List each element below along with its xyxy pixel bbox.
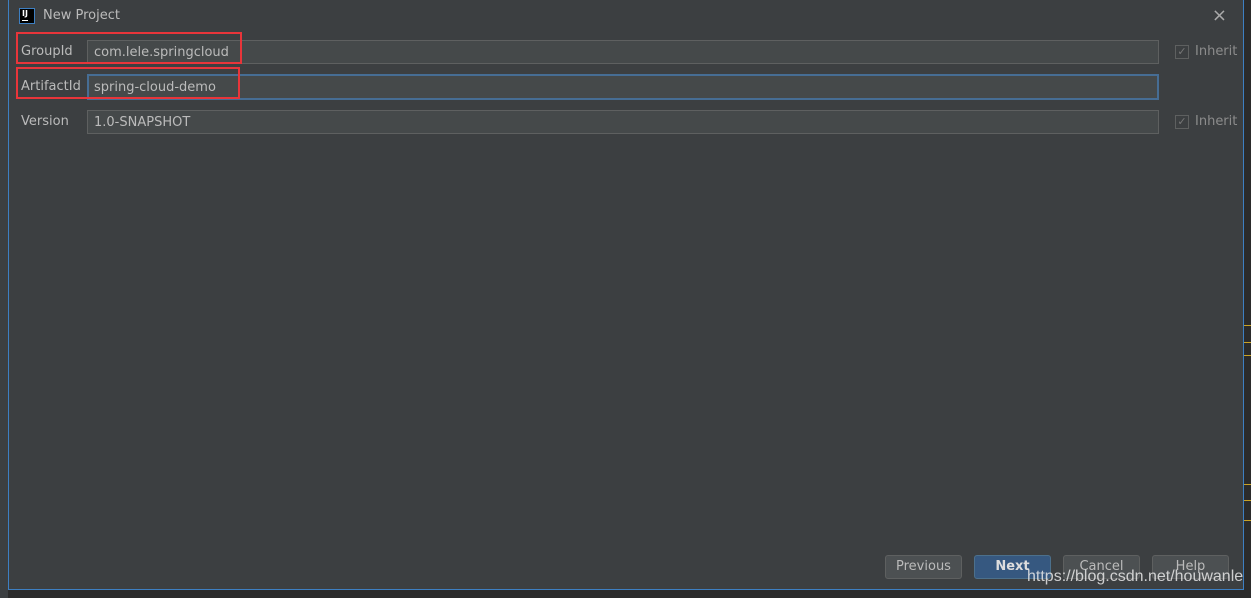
new-project-dialog: IJ New Project × GroupId ✓Inherit Artifa… <box>8 0 1244 590</box>
version-inherit-checkbox[interactable]: ✓ Inherit <box>1175 114 1237 129</box>
previous-button[interactable]: Previous <box>885 555 962 579</box>
intellij-icon: IJ <box>19 8 35 24</box>
dialog-title: New Project <box>43 8 120 23</box>
ide-background-right <box>1243 0 1251 598</box>
highlight-box-groupid <box>16 32 242 64</box>
title-bar: IJ New Project × <box>9 0 1243 30</box>
ide-background-left <box>0 0 8 598</box>
inherit-label: Inherit <box>1195 44 1238 59</box>
close-icon[interactable]: × <box>1212 5 1227 26</box>
checkmark-icon: ✓ <box>1175 44 1189 59</box>
groupid-input[interactable] <box>87 40 1159 64</box>
groupid-inherit-checkbox[interactable]: ✓ Inherit <box>1175 44 1237 59</box>
highlight-box-artifactid <box>16 67 240 99</box>
version-label: Version <box>21 114 69 129</box>
version-input[interactable] <box>87 110 1159 134</box>
inherit-label: Inherit <box>1195 114 1238 129</box>
watermark: https://blog.csdn.net/houwanle <box>1027 568 1244 585</box>
checkmark-icon: ✓ <box>1175 114 1189 129</box>
artifactid-input[interactable] <box>87 74 1159 100</box>
